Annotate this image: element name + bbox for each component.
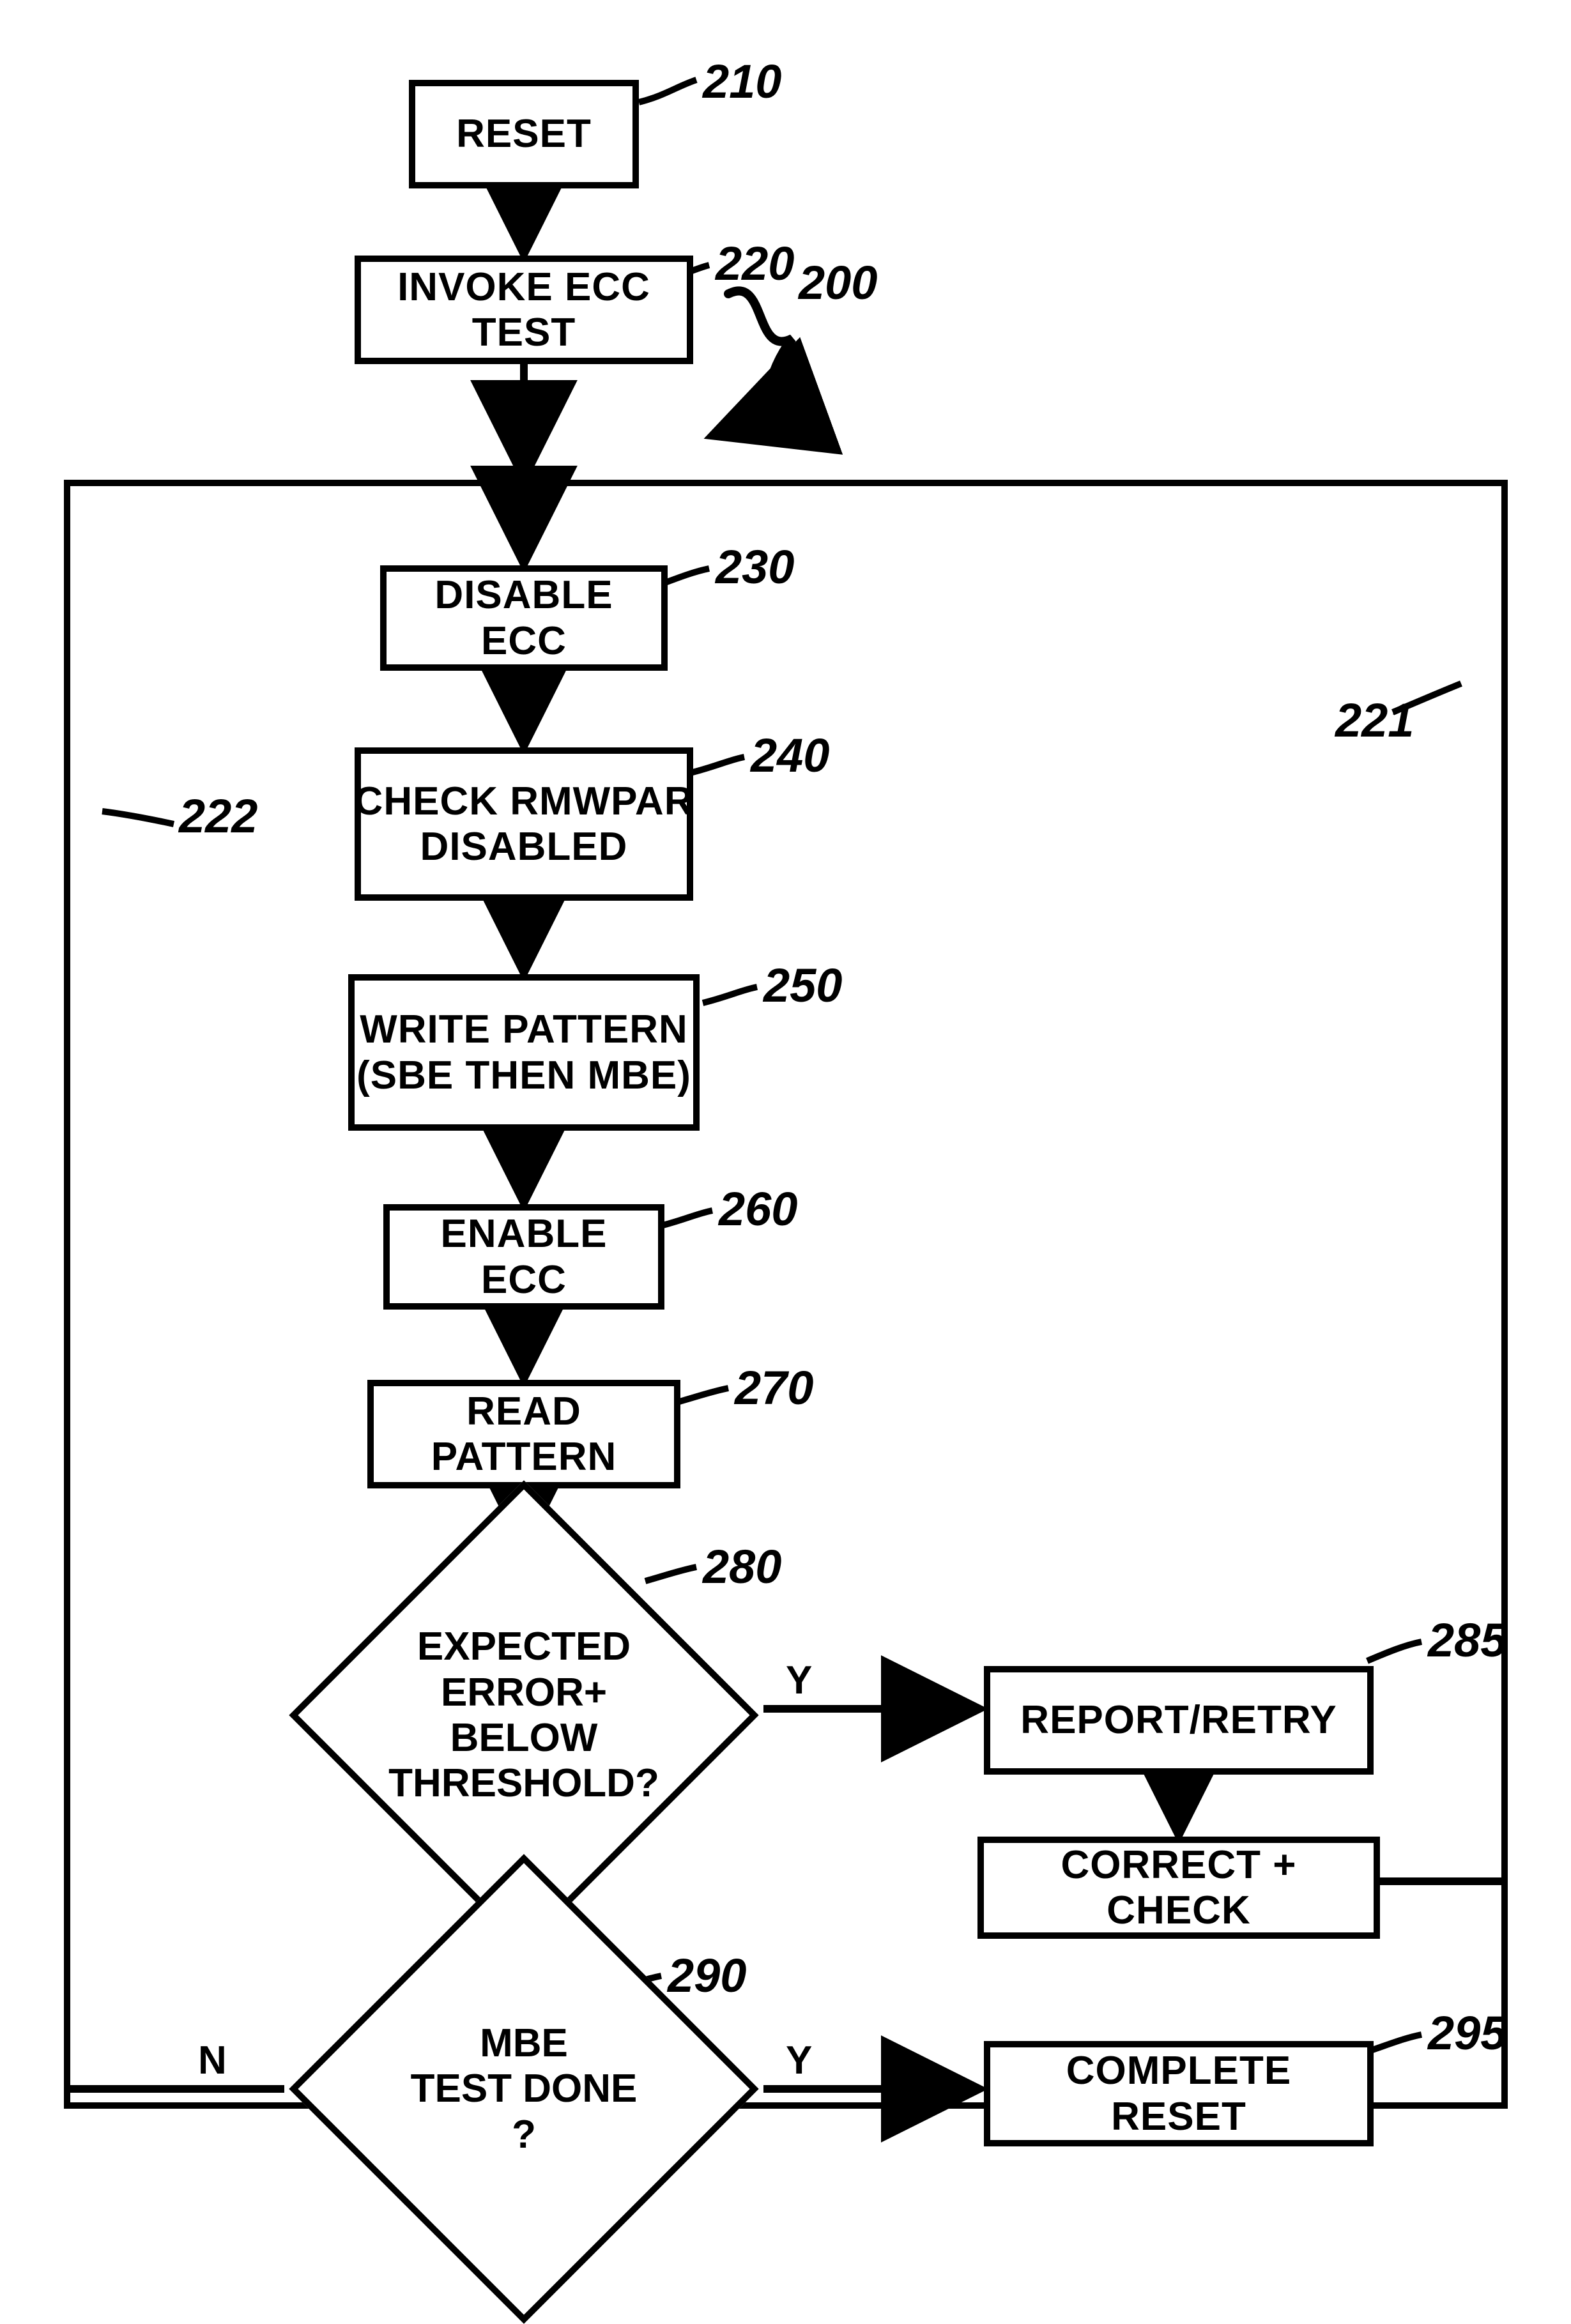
process-label: DISABLE ECC: [387, 569, 661, 668]
edge-290-yes: Y: [786, 2038, 812, 2083]
ref-222: 222: [179, 789, 257, 843]
process-label: WRITE PATTERN (SBE THEN MBE): [350, 1003, 698, 1102]
process-invoke-ecc-test: INVOKE ECC TEST: [355, 256, 693, 364]
process-reset: RESET: [409, 80, 639, 188]
ref-220: 220: [716, 236, 794, 291]
process-label: CORRECT + CHECK: [984, 1839, 1374, 1938]
ref-230: 230: [716, 540, 794, 594]
process-label: RESET: [450, 107, 598, 160]
process-label: READ PATTERN: [374, 1385, 674, 1484]
ref-260: 260: [719, 1182, 797, 1236]
process-disable-ecc: DISABLE ECC: [380, 565, 668, 671]
ref-221: 221: [1335, 693, 1414, 747]
process-complete-reset: COMPLETE RESET: [984, 2041, 1374, 2146]
process-write-pattern: WRITE PATTERN (SBE THEN MBE): [348, 974, 700, 1131]
ref-210: 210: [703, 54, 781, 109]
process-report-retry: REPORT/RETRY: [984, 1666, 1374, 1775]
process-label: REPORT/RETRY: [1014, 1693, 1343, 1747]
ref-200: 200: [799, 256, 877, 310]
ref-250: 250: [763, 958, 842, 1013]
process-label: ENABLE ECC: [390, 1207, 658, 1306]
decision-label: EXPECTED ERROR+ BELOW THRESHOLD?: [284, 1549, 763, 1881]
ref-285: 285: [1428, 1613, 1506, 1667]
process-read-pattern: READ PATTERN: [367, 1380, 680, 1488]
process-correct-check: CORRECT + CHECK: [977, 1837, 1380, 1939]
ref-270: 270: [735, 1361, 813, 1415]
flowchart-canvas: RESET 210 INVOKE ECC TEST 220 200 221 22…: [0, 0, 1571, 2259]
ref-280: 280: [703, 1540, 781, 1594]
edge-290-no: N: [198, 2038, 227, 2083]
process-label: INVOKE ECC TEST: [361, 261, 687, 360]
process-label: CHECK RMWPAR DISABLED: [348, 775, 700, 874]
ref-290: 290: [668, 1948, 746, 2003]
process-check-rmwpar-disabled: CHECK RMWPAR DISABLED: [355, 747, 693, 901]
edge-280-yes: Y: [786, 1658, 812, 1703]
ref-240: 240: [751, 728, 829, 783]
ref-295: 295: [1428, 2006, 1506, 2060]
process-label: COMPLETE RESET: [990, 2044, 1367, 2143]
process-enable-ecc: ENABLE ECC: [383, 1204, 664, 1310]
